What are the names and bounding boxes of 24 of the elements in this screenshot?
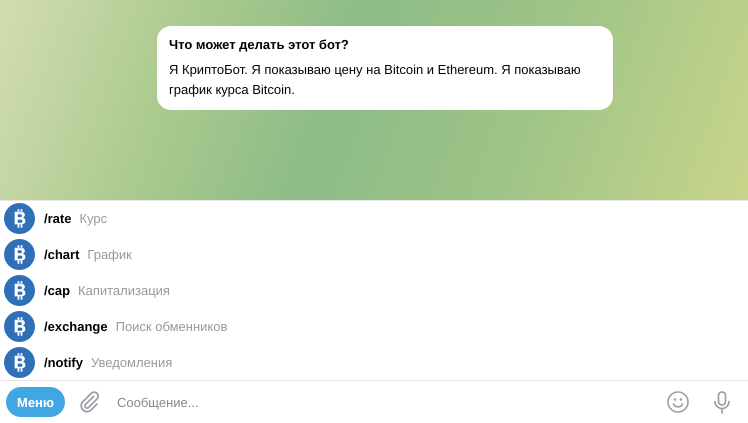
emoji-icon[interactable]: [666, 390, 690, 414]
command-name: /rate: [44, 211, 72, 226]
bubble-title: Что может делать этот бот?: [169, 37, 350, 52]
command-description: График: [87, 247, 132, 262]
bubble-text: Я КриптоБот. Я показываю цену на Bitcoin и Ethereum. Я показываю график курса Bitcoin.: [169, 61, 582, 99]
command-name: /chart: [44, 247, 80, 262]
command-item[interactable]: /chart График: [0, 236, 748, 273]
command-description: Капитализация: [78, 282, 170, 298]
command-description: Поиск обменников: [116, 318, 228, 334]
bitcoin-icon: [4, 274, 35, 306]
bitcoin-icon: [4, 203, 35, 234]
command-description: Курс: [79, 211, 108, 226]
command-name: /exchange: [44, 318, 108, 334]
command-item[interactable]: /cap Капитализация: [0, 272, 748, 308]
bitcoin-icon: [4, 310, 35, 342]
message-input[interactable]: Сообщение...: [115, 387, 646, 417]
bitcoin-icon: [4, 239, 35, 270]
command-item[interactable]: /exchange Поиск обменников: [0, 308, 748, 344]
bitcoin-icon: [4, 346, 35, 378]
command-name: /notify: [44, 354, 83, 370]
command-item[interactable]: /rate Курс: [0, 201, 748, 237]
command-item[interactable]: /notify Уведомления: [0, 344, 748, 380]
command-description: Уведомления: [91, 354, 172, 370]
command-name: /cap: [44, 282, 70, 298]
